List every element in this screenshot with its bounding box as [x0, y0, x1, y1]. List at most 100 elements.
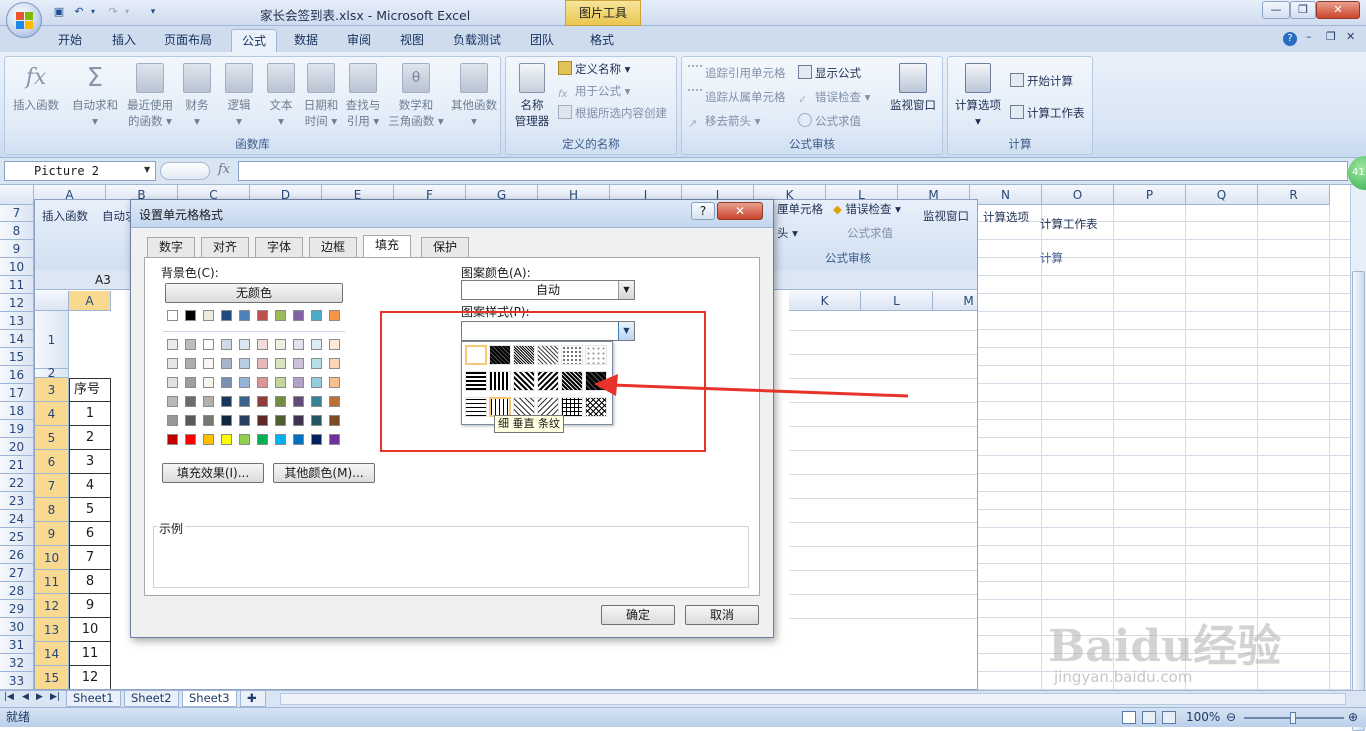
tab-home[interactable]: 开始 — [48, 29, 92, 52]
select-all-corner[interactable] — [0, 185, 34, 205]
close-button[interactable]: ✕ — [1316, 1, 1360, 19]
ribbon-minimize-icon[interactable]: – — [1306, 30, 1312, 43]
more-colors-button[interactable]: 其他颜色(M)... — [273, 463, 375, 483]
watch-window-button[interactable]: 监视窗口 — [886, 63, 940, 113]
dialog-tab-border[interactable]: 边框 — [309, 237, 358, 257]
shade-color-swatch[interactable] — [329, 396, 340, 407]
math-trig-button[interactable]: θ 数学和 三角函数 ▾ — [385, 63, 447, 129]
no-color-button[interactable]: 无颜色 — [165, 283, 343, 303]
office-button[interactable] — [6, 2, 42, 38]
shade-color-swatch[interactable] — [293, 377, 304, 388]
shade-color-swatch[interactable] — [239, 358, 250, 369]
define-name-button[interactable]: 定义名称 ▾ — [558, 61, 630, 77]
pattern-color-dropdown-icon[interactable]: ▼ — [618, 281, 634, 299]
tab-load-test[interactable]: 负载测试 — [443, 29, 511, 52]
dialog-tab-fill[interactable]: 填充 — [363, 235, 412, 258]
evaluate-formula-button[interactable]: 公式求值 — [798, 113, 861, 129]
shade-color-swatch[interactable] — [257, 339, 268, 350]
standard-color-swatch[interactable] — [293, 434, 304, 445]
standard-color-swatch[interactable] — [329, 434, 340, 445]
shade-color-swatch[interactable] — [257, 358, 268, 369]
redo-icon[interactable]: ↷ — [106, 5, 120, 19]
shade-color-swatch[interactable] — [257, 396, 268, 407]
cancel-button[interactable]: 取消 — [685, 605, 759, 625]
shade-color-swatch[interactable] — [185, 339, 196, 350]
shade-color-swatch[interactable] — [275, 396, 286, 407]
logical-button[interactable]: 逻辑 ▾ — [219, 63, 259, 129]
recently-used-button[interactable]: 最近使用 的函数 ▾ — [123, 63, 177, 129]
help-icon[interactable]: ? — [1283, 32, 1297, 46]
sheet-nav-last-icon[interactable]: ▶| — [50, 692, 60, 702]
tab-formulas[interactable]: 公式 — [231, 29, 278, 52]
tab-insert[interactable]: 插入 — [102, 29, 146, 52]
tab-view[interactable]: 视图 — [390, 29, 434, 52]
vertical-scrollbar[interactable] — [1350, 185, 1366, 731]
theme-color-swatch[interactable] — [329, 310, 340, 321]
trace-precedents-button[interactable]: 追踪引用单元格 — [688, 65, 786, 81]
name-box-dropdown-icon[interactable]: ▼ — [144, 165, 150, 174]
standard-color-swatch[interactable] — [275, 434, 286, 445]
autosum-button[interactable]: Σ 自动求和 ▾ — [67, 63, 123, 129]
create-from-selection-button[interactable]: 根据所选内容创建 — [558, 105, 667, 121]
formula-input[interactable] — [238, 161, 1348, 181]
insert-function-button[interactable]: fx 插入函数 — [7, 63, 65, 113]
shade-color-swatch[interactable] — [239, 377, 250, 388]
dialog-tab-number[interactable]: 数字 — [147, 237, 196, 257]
shade-color-swatch[interactable] — [203, 415, 214, 426]
dialog-help-button[interactable]: ? — [691, 202, 715, 220]
sheet-tab-3[interactable]: Sheet3 — [182, 691, 237, 707]
theme-color-swatch[interactable] — [221, 310, 232, 321]
shade-color-swatch[interactable] — [185, 396, 196, 407]
save-icon[interactable]: ▣ — [52, 5, 66, 19]
shade-color-swatch[interactable] — [239, 339, 250, 350]
shade-color-swatch[interactable] — [311, 358, 322, 369]
shade-color-swatch[interactable] — [311, 396, 322, 407]
more-functions-button[interactable]: 其他函数 ▾ — [447, 63, 501, 129]
sheet-nav-next-icon[interactable]: ▶ — [36, 692, 43, 702]
horizontal-scrollbar[interactable] — [280, 693, 1346, 705]
shade-color-swatch[interactable] — [221, 415, 232, 426]
theme-color-swatch[interactable] — [185, 310, 196, 321]
tab-review[interactable]: 审阅 — [337, 29, 381, 52]
theme-color-swatch[interactable] — [239, 310, 250, 321]
shade-color-swatch[interactable] — [185, 358, 196, 369]
insert-function-fx-icon[interactable]: fx — [218, 162, 230, 177]
shade-color-swatch[interactable] — [167, 415, 178, 426]
date-time-button[interactable]: 日期和 时间 ▾ — [301, 63, 341, 129]
shade-color-swatch[interactable] — [329, 358, 340, 369]
undo-icon[interactable]: ↶ — [72, 5, 86, 19]
shade-color-swatch[interactable] — [239, 415, 250, 426]
shade-color-swatch[interactable] — [275, 415, 286, 426]
customize-quick-access-icon[interactable]: ▾ — [146, 5, 160, 19]
shade-color-swatch[interactable] — [221, 358, 232, 369]
standard-color-swatch[interactable] — [203, 434, 214, 445]
zoom-out-icon[interactable]: ⊖ — [1226, 708, 1236, 727]
theme-color-swatch[interactable] — [293, 310, 304, 321]
shade-color-swatch[interactable] — [203, 377, 214, 388]
shade-color-swatch[interactable] — [167, 396, 178, 407]
standard-color-swatch[interactable] — [311, 434, 322, 445]
shade-color-swatch[interactable] — [311, 377, 322, 388]
shade-color-swatch[interactable] — [329, 415, 340, 426]
shade-color-swatch[interactable] — [275, 377, 286, 388]
tab-page-layout[interactable]: 页面布局 — [154, 29, 222, 52]
error-checking-button[interactable]: ✓ 错误检查 ▾ — [798, 89, 870, 107]
trace-dependents-button[interactable]: 追踪从属单元格 — [688, 89, 786, 105]
undo-dropdown-icon[interactable]: ▾ — [86, 5, 100, 19]
insert-sheet-icon[interactable]: ✚ — [240, 691, 266, 707]
maximize-button[interactable]: ❐ — [1290, 1, 1316, 19]
pattern-color-select[interactable]: 自动 ▼ — [461, 280, 635, 300]
name-manager-button[interactable]: 名称 管理器 — [508, 63, 556, 129]
vertical-scroll-thumb[interactable] — [1352, 271, 1365, 731]
standard-color-swatch[interactable] — [167, 434, 178, 445]
tab-format[interactable]: 格式 — [580, 29, 624, 52]
shade-color-swatch[interactable] — [311, 339, 322, 350]
name-box[interactable]: Picture 2 — [4, 161, 156, 181]
calc-now-button[interactable]: 开始计算 — [1010, 73, 1073, 89]
fill-effects-button[interactable]: 填充效果(I)... — [162, 463, 264, 483]
theme-color-swatch[interactable] — [167, 310, 178, 321]
shade-color-swatch[interactable] — [329, 339, 340, 350]
shade-color-swatch[interactable] — [293, 339, 304, 350]
shade-color-swatch[interactable] — [257, 415, 268, 426]
dialog-tab-font[interactable]: 字体 — [255, 237, 304, 257]
